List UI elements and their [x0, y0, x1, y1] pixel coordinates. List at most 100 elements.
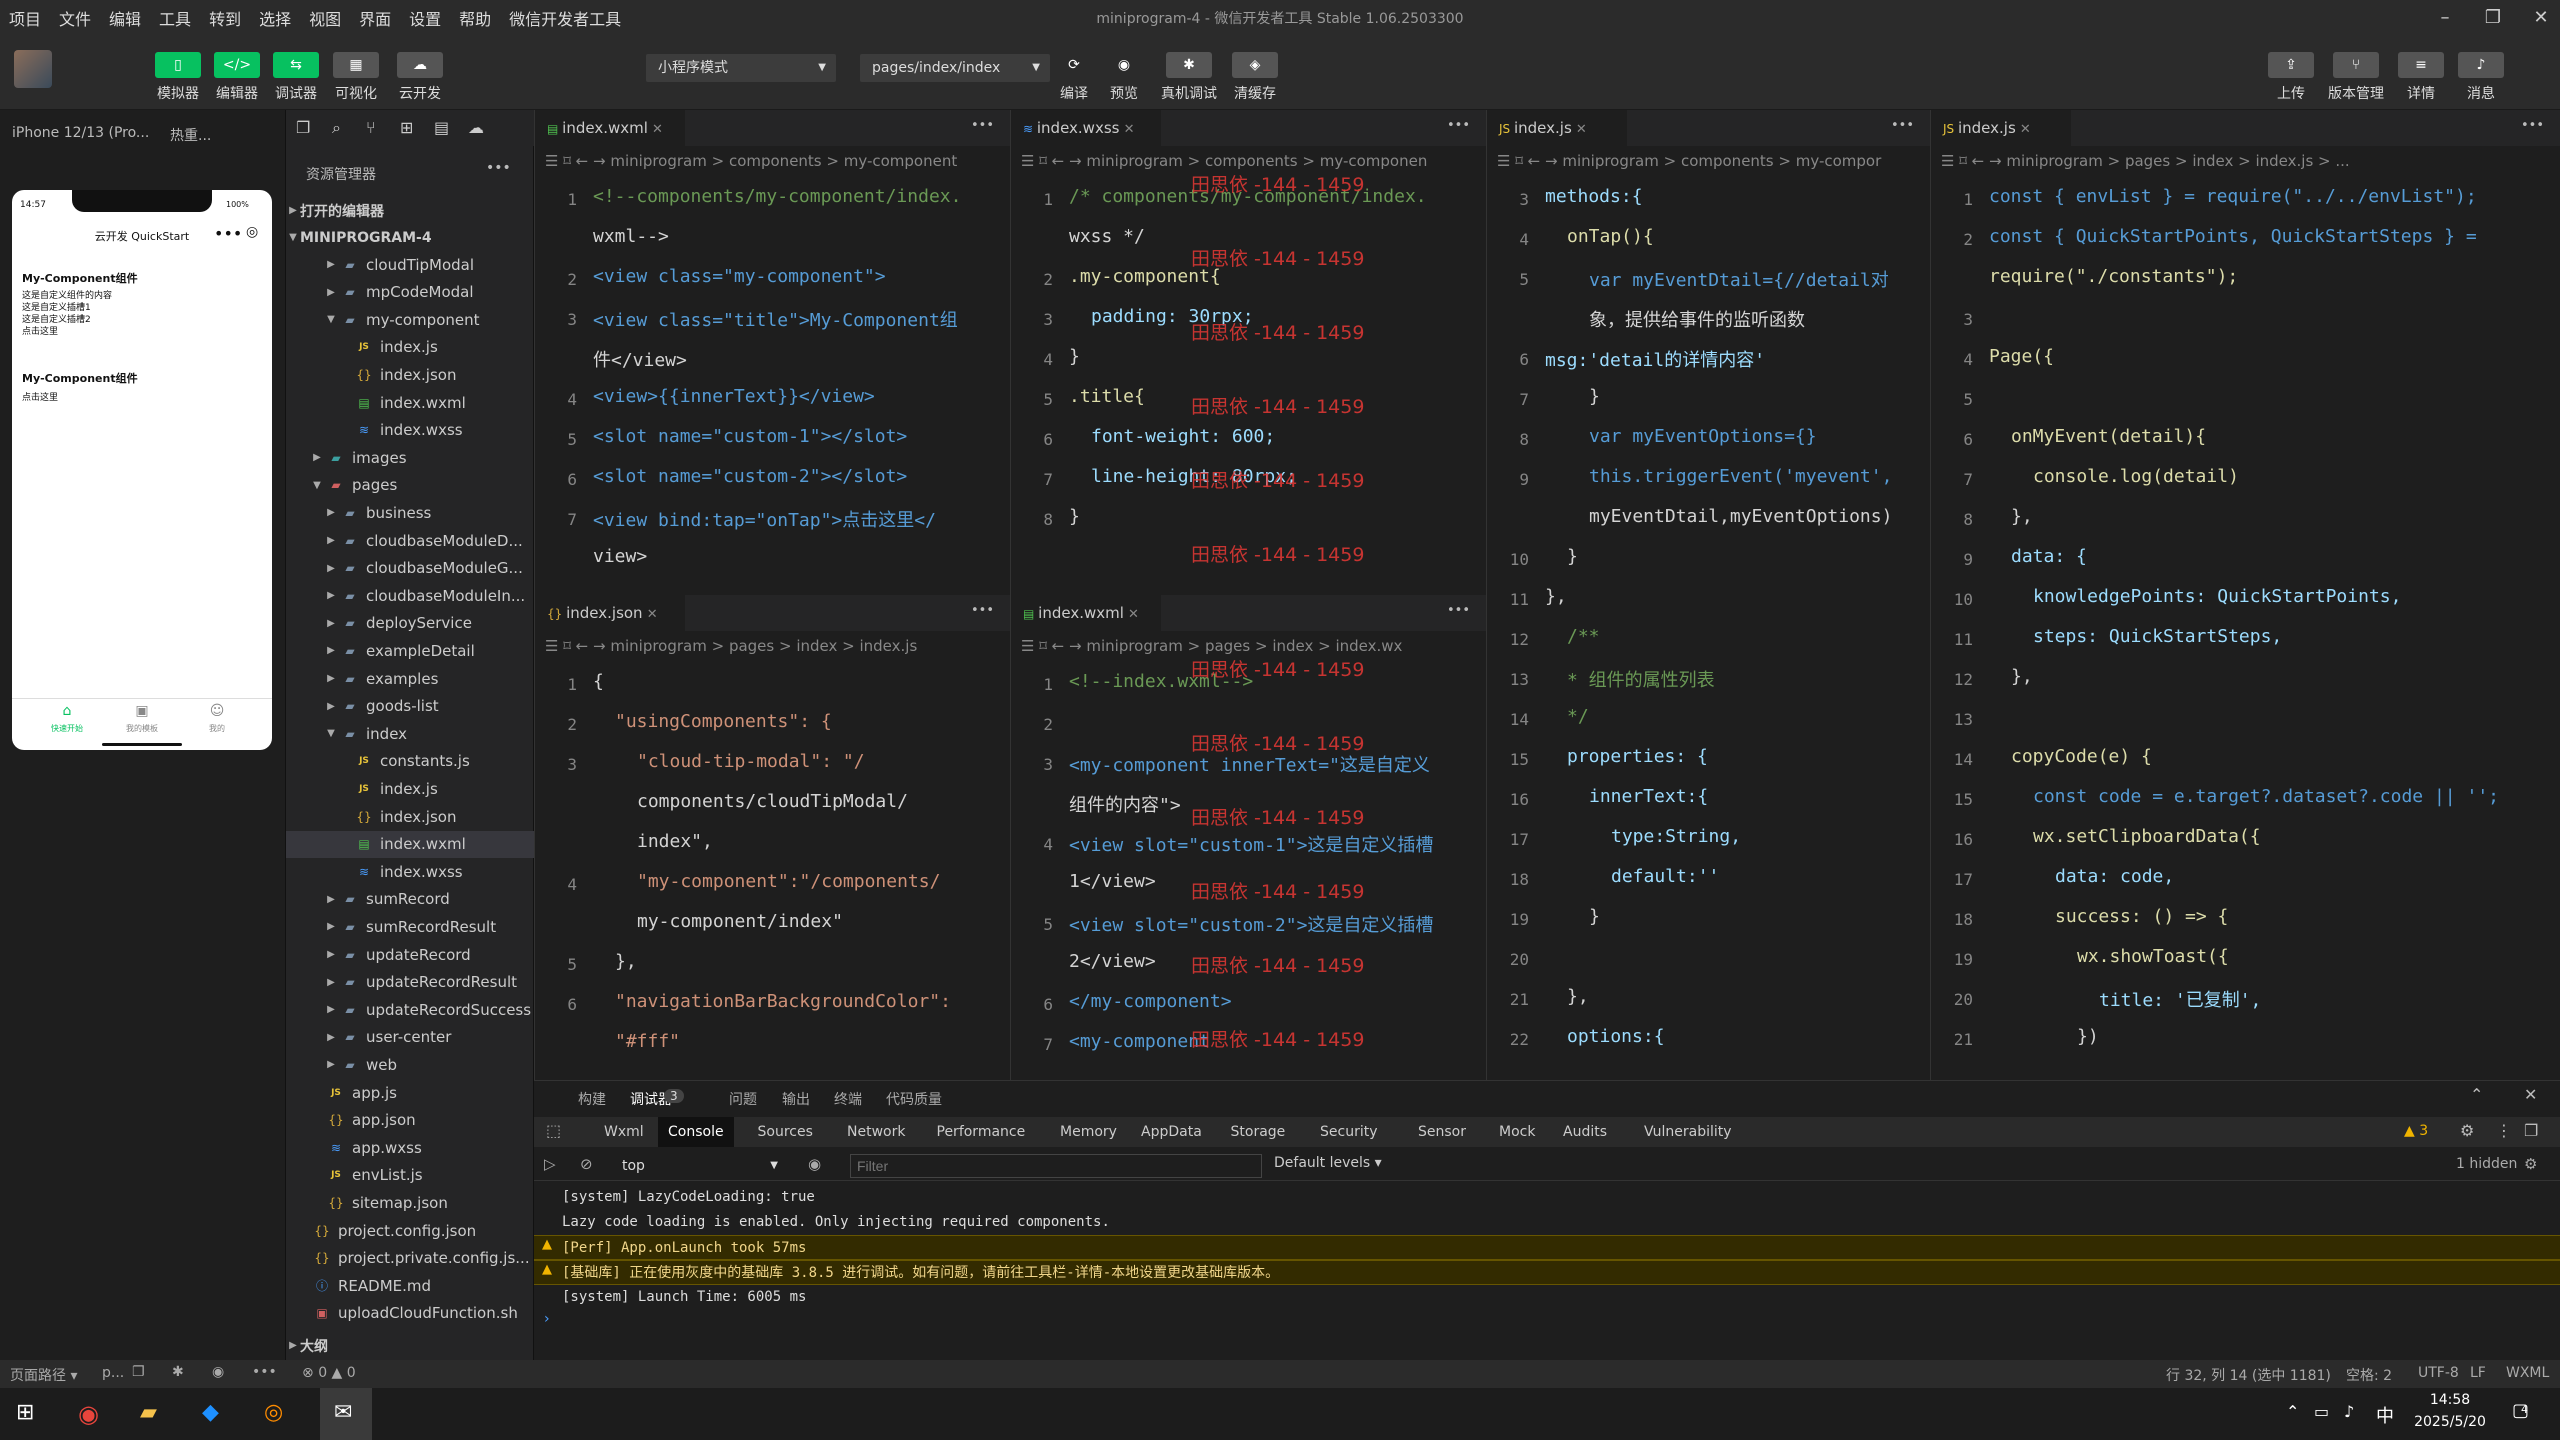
problems-indicator[interactable]: ⊗ 0 ▲ 0 — [302, 1365, 356, 1381]
target-icon[interactable]: ◎ — [246, 224, 258, 240]
tap-here[interactable]: 点击这里 — [22, 324, 58, 337]
cursor-position[interactable]: 行 32, 列 14 (选中 1181) — [2166, 1365, 2331, 1385]
tree-item[interactable]: ▣ uploadCloudFunction.sh — [286, 1300, 534, 1327]
code-line[interactable]: title: '已复制', — [2099, 986, 2261, 1012]
menu-project[interactable]: 项目 — [0, 6, 50, 30]
devtools-tab[interactable]: Console — [658, 1117, 734, 1147]
editor-tab[interactable]: JS index.js ✕ — [1487, 110, 1627, 146]
more-icon[interactable]: ••• — [252, 1364, 277, 1380]
hot-reload-select[interactable]: 热重... — [170, 125, 211, 145]
code-line[interactable]: 1</view> — [1069, 871, 1156, 892]
menu-goto[interactable]: 转到 — [200, 6, 250, 30]
menu-interface[interactable]: 界面 — [350, 6, 400, 30]
code-line[interactable]: }, — [2011, 506, 2033, 527]
minimize-icon[interactable]: – — [2425, 4, 2465, 32]
code-line[interactable]: }, — [615, 951, 637, 972]
breadcrumb[interactable]: ☰ ⌑ ← → miniprogram > pages > index > in… — [1931, 146, 2560, 176]
editor-tab[interactable]: ▤ index.wxml ✕ — [1011, 595, 1161, 631]
mode-select[interactable]: 小程序模式 ▼ — [646, 54, 836, 82]
tree-item[interactable]: ▶ ▰ exampleDetail — [286, 637, 534, 664]
folder-icon[interactable]: ▰ — [140, 1400, 157, 1425]
editor-tab[interactable]: {} index.json ✕ — [535, 595, 685, 631]
code-line[interactable]: <view slot="custom-1">这是自定义插槽 — [1069, 831, 1433, 857]
code-line[interactable]: 象，提供给事件的监听函数 — [1589, 306, 1805, 332]
debug-icon[interactable]: ⊞ — [400, 118, 413, 137]
tree-item[interactable]: ⓘ README.md — [286, 1272, 534, 1299]
levels-select[interactable]: Default levels ▾ — [1274, 1155, 1382, 1171]
menu-view[interactable]: 视图 — [300, 6, 350, 30]
code-line[interactable]: <my-component — [1069, 1031, 1210, 1052]
tree-item[interactable]: {} project.config.json — [286, 1217, 534, 1244]
code-line[interactable]: } — [1567, 546, 1578, 567]
clock-time[interactable]: 14:58 — [2412, 1392, 2488, 1408]
breadcrumb[interactable]: ☰ ⌑ ← → miniprogram > components > my-co… — [535, 146, 1010, 176]
close-tab-icon[interactable]: ✕ — [648, 122, 663, 137]
tree-item[interactable]: {} project.private.config.js... — [286, 1245, 534, 1272]
more-vert-icon[interactable]: ⋮ — [2496, 1121, 2512, 1140]
git-icon[interactable]: ⑂ — [366, 118, 376, 137]
tree-item[interactable]: JS index.js — [286, 334, 534, 361]
devtools-tab[interactable]: Performance — [927, 1117, 1036, 1147]
more-icon[interactable]: ••• — [214, 224, 242, 243]
code-line[interactable]: wxss */ — [1069, 226, 1145, 247]
code-line[interactable]: onTap(){ — [1567, 226, 1654, 247]
bug-icon[interactable]: ✱ — [172, 1364, 184, 1380]
code-line[interactable]: 组件的内容"> — [1069, 791, 1181, 817]
more-icon[interactable]: ••• — [1447, 603, 1470, 618]
detail-button[interactable]: ≡ 详情 — [2395, 52, 2447, 103]
gear-icon[interactable]: ⚙ — [2524, 1155, 2537, 1173]
menu-settings[interactable]: 设置 — [400, 6, 450, 30]
code-line[interactable]: options:{ — [1567, 1026, 1665, 1047]
windows-start-icon[interactable]: ⊞ — [16, 1400, 34, 1425]
clear-cache-button[interactable]: ◈ 清缓存 — [1229, 52, 1281, 103]
tree-item[interactable]: ▼ ▰ my-component — [286, 306, 534, 333]
devtools-tab[interactable]: Sources — [748, 1117, 823, 1147]
tree-item[interactable]: {} index.json — [286, 803, 534, 830]
cloud-button[interactable]: ☁ 云开发 — [394, 52, 446, 103]
open-editors-section[interactable]: ▶ 打开的编辑器 — [286, 197, 534, 224]
encoding[interactable]: UTF-8 — [2418, 1365, 2459, 1381]
dock-icon[interactable]: ❐ — [2524, 1121, 2538, 1140]
tree-item[interactable]: {} sitemap.json — [286, 1189, 534, 1216]
cloud-icon[interactable]: ☁ — [468, 118, 484, 137]
tree-item[interactable]: JS envList.js — [286, 1162, 534, 1189]
inspect-icon[interactable]: ⬚ — [546, 1121, 561, 1140]
code-line[interactable]: const code = e.target?.dataset?.code || … — [2033, 786, 2499, 807]
tree-item[interactable]: ▶ ▰ mpCodeModal — [286, 279, 534, 306]
page-params[interactable]: p... — [102, 1365, 124, 1381]
bottom-tab[interactable]: 输出 — [782, 1089, 810, 1109]
tree-item[interactable]: ▶ ▰ cloudbaseModuleG... — [286, 555, 534, 582]
code-line[interactable]: methods:{ — [1545, 186, 1643, 207]
code-line[interactable]: 件</view> — [593, 346, 687, 372]
tree-item[interactable]: ▶ ▰ examples — [286, 665, 534, 692]
image-icon[interactable]: ▣ — [117, 703, 167, 719]
breadcrumb[interactable]: ☰ ⌑ ← → miniprogram > components > my-co… — [1487, 146, 1930, 176]
code-line[interactable]: * 组件的属性列表 — [1567, 666, 1715, 692]
version-button[interactable]: ⑂ 版本管理 — [2328, 52, 2384, 103]
eye-icon[interactable]: ◉ — [212, 1364, 224, 1380]
code-line[interactable]: my-component/index" — [637, 911, 843, 932]
tree-item[interactable]: ▶ ▰ cloudbaseModuleD... — [286, 527, 534, 554]
copy-icon[interactable]: ❐ — [132, 1364, 145, 1380]
sidebar-toggle-icon[interactable]: ▷ — [544, 1155, 556, 1173]
code-line[interactable]: }, — [1545, 586, 1567, 607]
menu-tools[interactable]: 工具 — [150, 6, 200, 30]
tree-item[interactable]: JS app.js — [286, 1079, 534, 1106]
code-line[interactable]: }, — [2011, 666, 2033, 687]
more-icon[interactable]: ••• — [971, 603, 994, 618]
close-tab-icon[interactable]: ✕ — [1119, 122, 1135, 137]
indent[interactable]: 空格: 2 — [2346, 1365, 2392, 1385]
code-line[interactable]: properties: { — [1567, 746, 1708, 767]
code-line[interactable]: this.triggerEvent('myevent', — [1589, 466, 1892, 487]
code-line[interactable]: } — [1589, 386, 1600, 407]
tree-item[interactable]: ▶ ▰ web — [286, 1051, 534, 1078]
devtools-tab[interactable]: Security — [1310, 1117, 1388, 1147]
page-select[interactable]: pages/index/index ▼ — [860, 54, 1050, 82]
home-icon[interactable]: ⌂ — [42, 703, 92, 719]
network-icon[interactable]: ▭ — [2314, 1402, 2329, 1421]
code-line[interactable]: "#fff" — [615, 1031, 680, 1052]
bottom-tab[interactable]: 终端 — [834, 1089, 862, 1109]
code-line[interactable]: <view class="title">My-Component组 — [593, 306, 958, 332]
tree-item[interactable]: JS constants.js — [286, 748, 534, 775]
volume-icon[interactable]: ♪ — [2344, 1402, 2354, 1421]
